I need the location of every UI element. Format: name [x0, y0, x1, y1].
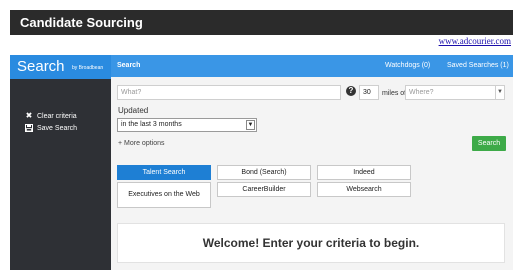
top-nav: Search Watchdogs (0) Saved Searches (1) [111, 55, 513, 77]
help-icon[interactable]: ? [346, 86, 356, 96]
radius-input[interactable]: 30 [359, 85, 379, 100]
welcome-message: Welcome! Enter your criteria to begin. [202, 236, 420, 250]
close-icon: ✖ [25, 111, 33, 120]
board-bond-search[interactable]: Bond (Search) [217, 165, 311, 180]
title-bar: Candidate Sourcing [10, 10, 513, 35]
board-careerbuilder[interactable]: CareerBuilder [217, 182, 311, 197]
more-options-link[interactable]: + More options [118, 140, 165, 147]
board-indeed[interactable]: Indeed [317, 165, 411, 180]
what-input[interactable]: What? [117, 85, 341, 100]
board-websearch[interactable]: Websearch [317, 182, 411, 197]
nav-search[interactable]: Search [117, 62, 140, 69]
chevron-down-icon: ▼ [246, 120, 255, 130]
search-panel: What? ? 30 miles of Where? ▼ Updated in … [111, 77, 513, 270]
save-search-button[interactable]: Save Search [25, 124, 77, 132]
clear-criteria-label: Clear criteria [37, 112, 77, 120]
miles-label: miles of [382, 90, 407, 97]
where-placeholder: Where? [409, 89, 434, 96]
adcourier-link[interactable]: www.adcourier.com [439, 36, 511, 46]
chevron-down-icon[interactable]: ▼ [495, 86, 504, 99]
board-talent-search[interactable]: Talent Search [117, 165, 211, 180]
link-bar: www.adcourier.com [10, 35, 513, 53]
updated-label: Updated [118, 106, 149, 115]
brand-logo: Search by Broadbean [10, 55, 111, 79]
save-icon [25, 124, 33, 132]
save-search-label: Save Search [37, 124, 78, 132]
welcome-panel: Welcome! Enter your criteria to begin. [117, 223, 505, 263]
sidebar: Search by Broadbean ✖ Clear criteria Sav… [10, 55, 111, 270]
where-input[interactable]: Where? ▼ [405, 85, 505, 100]
board-executives-on-the-web[interactable]: Executives on the Web [117, 182, 211, 208]
nav-saved-searches[interactable]: Saved Searches (1) [447, 62, 509, 69]
brand-title: Search [17, 58, 65, 75]
app-title: Candidate Sourcing [20, 15, 143, 30]
clear-criteria-button[interactable]: ✖ Clear criteria [25, 112, 77, 120]
nav-watchdogs[interactable]: Watchdogs (0) [385, 62, 430, 69]
updated-select[interactable]: in the last 3 months ▼ [117, 118, 257, 132]
search-button[interactable]: Search [472, 136, 506, 151]
candidate-sourcing-window: Candidate Sourcing www.adcourier.com Sea… [0, 0, 515, 270]
updated-value: in the last 3 months [121, 121, 182, 128]
brand-subtitle: by Broadbean [72, 65, 104, 71]
